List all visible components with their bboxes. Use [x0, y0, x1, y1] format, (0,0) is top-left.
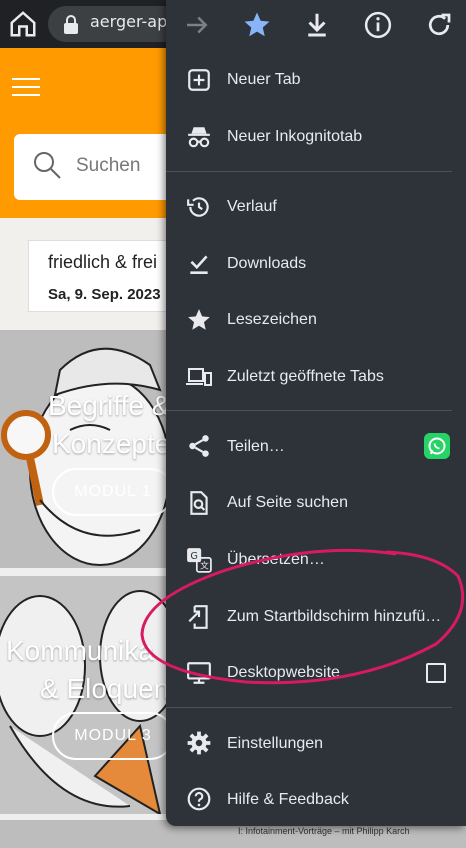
menu-item-label: Neuer Tab: [227, 71, 301, 88]
info-icon[interactable]: [363, 10, 393, 40]
find-in-page-icon: [190, 491, 208, 515]
search-icon: [34, 152, 61, 179]
menu-item-label: Downloads: [227, 255, 307, 272]
module-card-title: Kommunika: [6, 635, 154, 666]
menu-divider: [166, 171, 452, 172]
recent-tabs-icon: [186, 368, 212, 386]
module-card-title: Begriffe &: [48, 390, 171, 421]
refresh-icon[interactable]: [424, 10, 454, 40]
share-icon: [189, 435, 209, 457]
incognito-icon: [188, 127, 210, 148]
menu-divider: [166, 410, 452, 411]
menu-item-label: Auf Seite suchen: [227, 494, 348, 511]
module-card-subtitle: Konzepte: [52, 428, 171, 459]
bookmarks-icon: [188, 309, 210, 330]
search-placeholder[interactable]: Suchen: [76, 155, 140, 177]
star-icon[interactable]: [242, 10, 272, 40]
date-card-title: friedlich & frei: [48, 252, 158, 272]
module-button[interactable]: MODUL 3: [52, 712, 174, 760]
lock-icon: [64, 15, 78, 34]
menu-item-label: Teilen…: [227, 438, 285, 455]
module-button[interactable]: MODUL 1: [52, 468, 174, 516]
downloads-icon: [190, 255, 208, 274]
highlight-annotation-ellipse: [140, 548, 465, 685]
whatsapp-icon[interactable]: [424, 433, 450, 459]
menu-divider: [166, 707, 452, 708]
menu-item-label: Zuletzt geöffnete Tabs: [227, 368, 384, 385]
menu-item-label: Verlauf: [227, 198, 277, 215]
menu-item-label: Hilfe & Feedback: [227, 791, 349, 808]
history-icon: [187, 197, 209, 217]
menu-item-label: Neuer Inkognitotab: [227, 128, 363, 145]
url-text[interactable]: aerger-app: [90, 12, 170, 31]
settings-icon: [187, 731, 211, 755]
footer-snippet: I: Infotainment-Vorträge – mit Philipp K…: [238, 826, 410, 836]
date-card-date: Sa, 9. Sep. 2023: [48, 286, 161, 303]
forward-icon[interactable]: [182, 10, 212, 40]
menu-item-label: Lesezeichen: [227, 311, 317, 328]
download-icon[interactable]: [302, 10, 332, 40]
hamburger-menu-icon[interactable]: [12, 78, 40, 98]
help-icon: [187, 787, 211, 811]
menu-item-label: Einstellungen: [227, 735, 324, 752]
new-tab-icon: [188, 69, 210, 91]
home-icon[interactable]: [8, 9, 38, 39]
